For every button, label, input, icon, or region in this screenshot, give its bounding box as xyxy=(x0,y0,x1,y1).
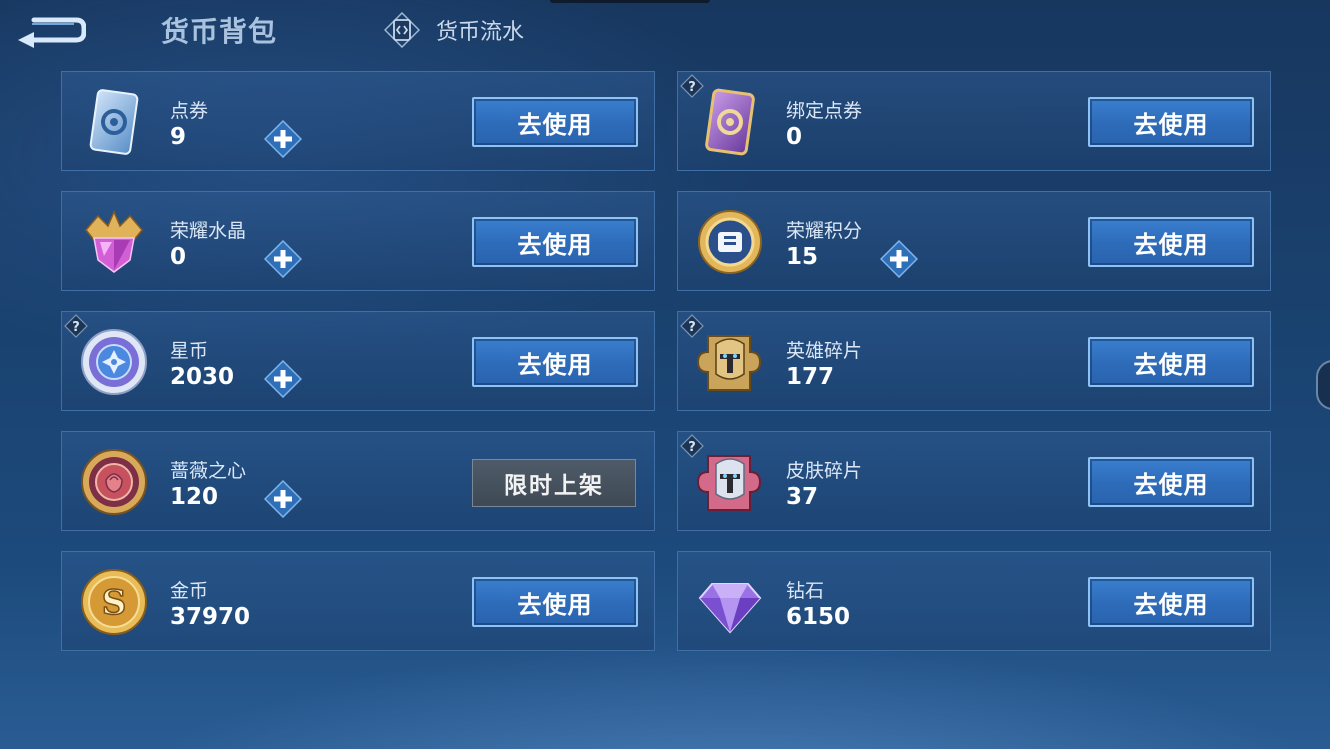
voucher-card-icon xyxy=(89,89,139,155)
currency-amount: 120 xyxy=(170,484,219,510)
currency-name: 荣耀积分 xyxy=(786,220,863,242)
card-rose-heart: 蔷薇之心 120 限时上架 xyxy=(61,431,655,531)
card-starcoin: 星币 2030 去使用 xyxy=(61,311,655,411)
use-button[interactable]: 去使用 xyxy=(472,337,638,387)
svg-text:S: S xyxy=(102,583,127,623)
use-button[interactable]: 去使用 xyxy=(1088,337,1254,387)
currency-flow-tab[interactable]: 货币流水 xyxy=(384,10,524,50)
glory-points-coin-icon xyxy=(698,210,762,274)
currency-name: 金币 xyxy=(170,580,209,602)
currency-name: 皮肤碎片 xyxy=(786,460,863,482)
plus-icon[interactable] xyxy=(264,240,302,278)
page-title: 货币背包 xyxy=(161,15,278,48)
gold-coin-icon: S xyxy=(81,569,147,635)
plus-icon[interactable] xyxy=(264,480,302,518)
use-button[interactable]: 去使用 xyxy=(472,577,638,627)
currency-amount: 0 xyxy=(786,124,803,150)
use-button[interactable]: 去使用 xyxy=(1088,217,1254,267)
currency-name: 星币 xyxy=(170,340,209,362)
currency-name: 钻石 xyxy=(786,580,825,602)
side-drawer-handle[interactable] xyxy=(1316,360,1330,410)
glory-crystal-icon xyxy=(85,210,143,273)
currency-amount: 37 xyxy=(786,484,819,510)
currency-amount: 2030 xyxy=(170,364,235,390)
card-crystal: 荣耀水晶 0 去使用 xyxy=(61,191,655,291)
top-bar: 货币背包 货币流水 xyxy=(0,0,1330,62)
plus-icon[interactable] xyxy=(264,360,302,398)
plus-icon[interactable] xyxy=(264,120,302,158)
card-bind-dianquan: 绑定点券 0 去使用 xyxy=(677,71,1271,171)
star-coin-icon xyxy=(81,329,147,395)
bound-voucher-card-icon xyxy=(705,88,755,156)
back-button[interactable] xyxy=(14,10,87,48)
back-arrow-icon xyxy=(18,17,87,48)
currency-amount: 15 xyxy=(786,244,819,270)
card-hero-shard: 英雄碎片 177 去使用 xyxy=(677,311,1271,411)
card-dianquan: 点券 9 去使用 xyxy=(61,71,655,171)
use-button[interactable]: 去使用 xyxy=(472,217,638,267)
currency-name: 英雄碎片 xyxy=(786,340,863,362)
currency-name: 点券 xyxy=(170,100,209,122)
use-button[interactable]: 去使用 xyxy=(472,97,638,147)
currency-flow-icon xyxy=(384,12,420,48)
currency-amount: 0 xyxy=(170,244,187,270)
currency-name: 绑定点券 xyxy=(786,100,863,122)
use-button[interactable]: 去使用 xyxy=(1088,457,1254,507)
currency-amount: 9 xyxy=(170,124,187,150)
skin-shard-icon xyxy=(696,455,762,511)
currency-name: 荣耀水晶 xyxy=(170,220,247,242)
currency-amount: 37970 xyxy=(170,604,251,630)
rose-heart-coin-icon xyxy=(81,449,147,515)
diamond-icon xyxy=(698,583,762,634)
card-glory-points: 荣耀积分 15 去使用 xyxy=(677,191,1271,291)
card-skin-shard: 皮肤碎片 37 去使用 xyxy=(677,431,1271,531)
card-gold: S 金币 37970 去使用 xyxy=(61,551,655,651)
hero-shard-icon xyxy=(696,335,762,391)
use-button[interactable]: 去使用 xyxy=(1088,577,1254,627)
currency-flow-label: 货币流水 xyxy=(436,20,525,45)
limited-time-button[interactable]: 限时上架 xyxy=(472,459,636,507)
currency-amount: 177 xyxy=(786,364,835,390)
plus-icon[interactable] xyxy=(880,240,918,278)
use-button[interactable]: 去使用 xyxy=(1088,97,1254,147)
card-diamond: 钻石 6150 去使用 xyxy=(677,551,1271,651)
currency-name: 蔷薇之心 xyxy=(170,460,247,482)
currency-amount: 6150 xyxy=(786,604,851,630)
